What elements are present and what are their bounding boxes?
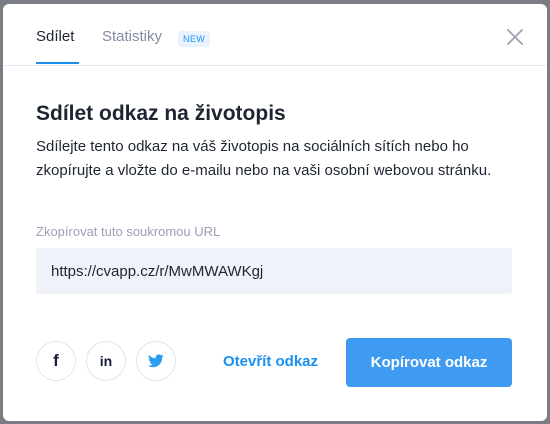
linkedin-icon: in [99,353,113,369]
new-badge: NEW [178,31,211,47]
share-url-field[interactable] [36,248,512,294]
open-link-button[interactable]: Otevřít odkaz [223,353,318,371]
tab-statistics[interactable]: Statistiky [102,28,162,46]
dialog-header: Sdílet Statistiky NEW [3,4,547,66]
url-field-label: Zkopírovat tuto soukromou URL [36,224,221,239]
share-facebook-button[interactable]: f [36,341,76,381]
facebook-icon: f [53,351,59,370]
close-icon [507,29,523,45]
dialog-title: Sdílet odkaz na životopis [36,102,286,125]
dialog-description: Sdílejte tento odkaz na váš životopis na… [36,138,492,179]
copy-link-button[interactable]: Kopírovat odkaz [346,338,512,387]
twitter-icon [148,354,164,368]
share-linkedin-button[interactable]: in [86,341,126,381]
share-twitter-button[interactable] [136,341,176,381]
share-dialog: Sdílet Statistiky NEW Sdílet odkaz na ži… [3,4,547,421]
close-button[interactable] [506,28,524,46]
active-tab-indicator [36,62,79,64]
tab-share[interactable]: Sdílet [36,28,74,46]
